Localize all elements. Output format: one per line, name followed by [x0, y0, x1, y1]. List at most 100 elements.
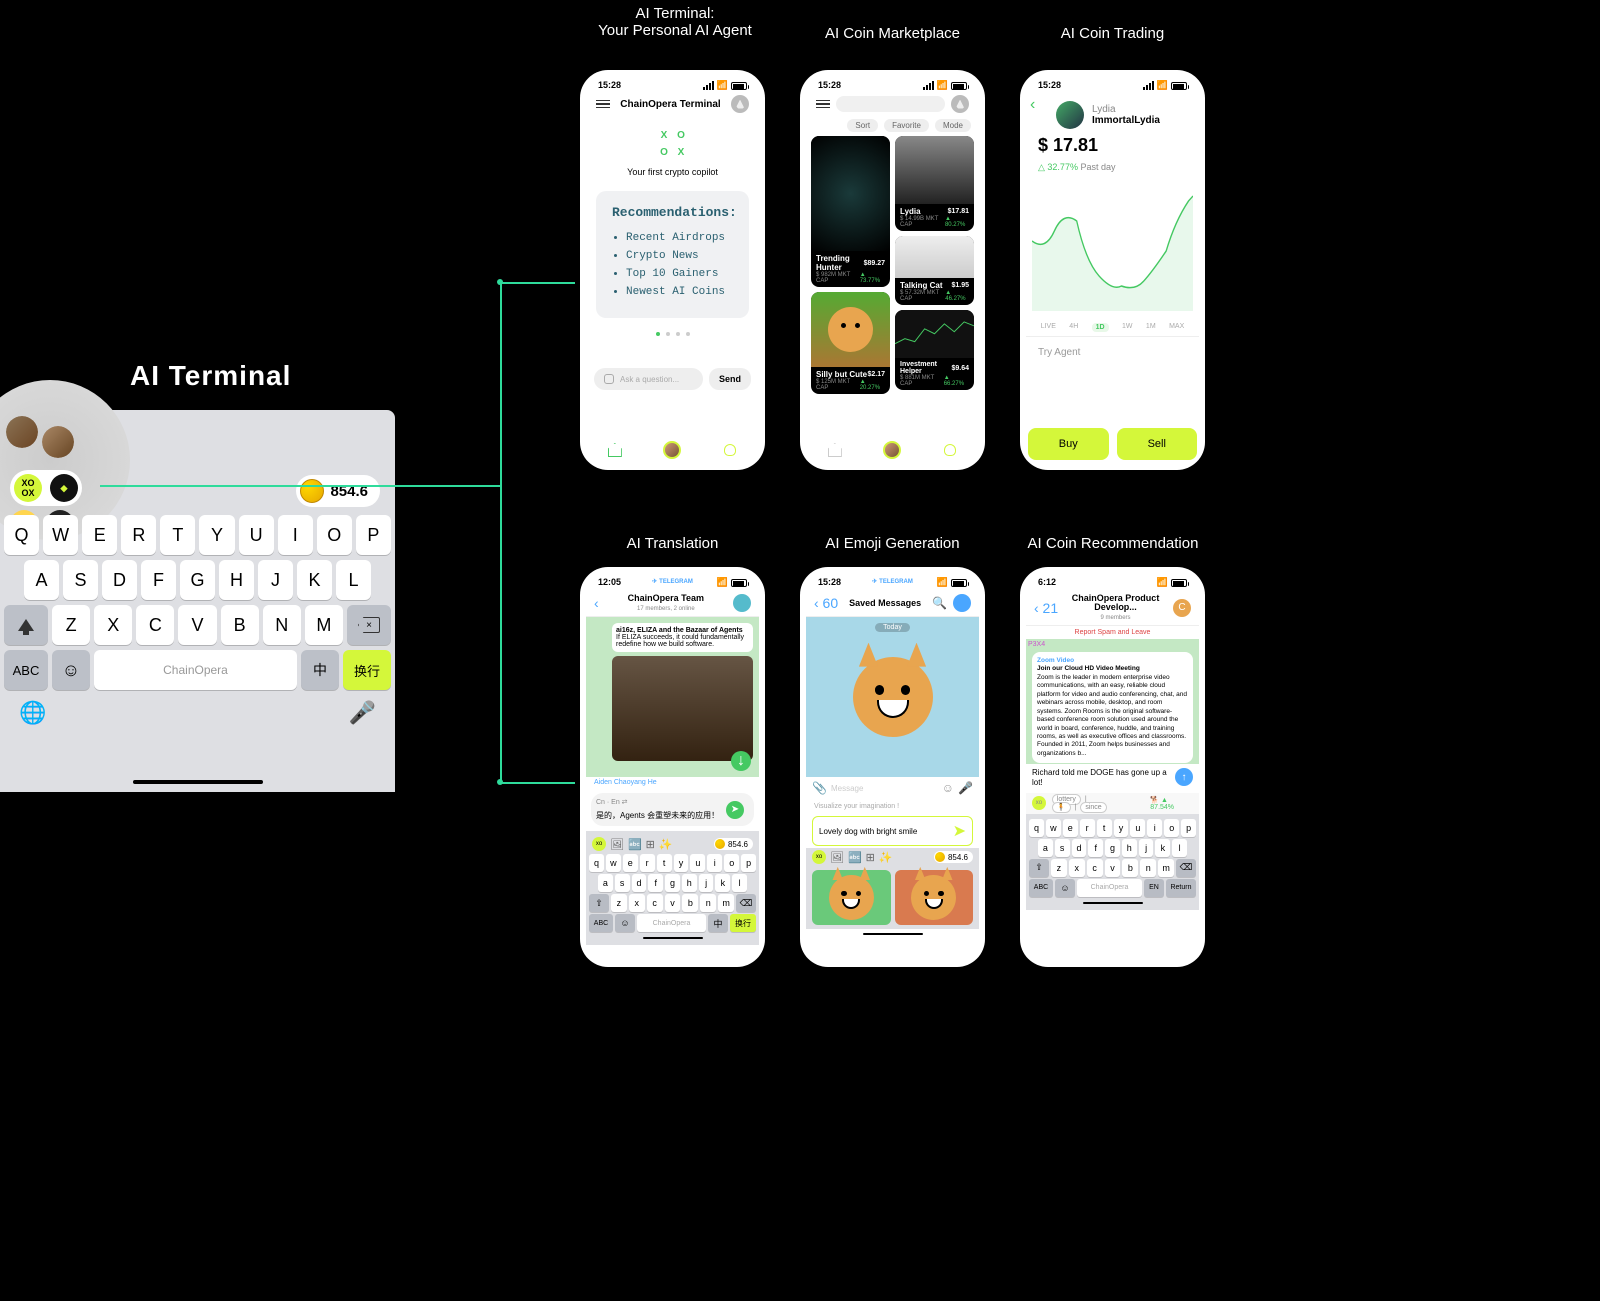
- key-y[interactable]: y: [674, 854, 689, 872]
- image-icon[interactable]: 🖼: [830, 851, 844, 864]
- back-icon[interactable]: ‹: [594, 595, 599, 611]
- tab-home[interactable]: [826, 441, 844, 459]
- scan-icon[interactable]: ⊞: [866, 851, 875, 864]
- zh-key[interactable]: 中: [708, 914, 728, 932]
- key-m[interactable]: m: [1158, 859, 1174, 877]
- key-t[interactable]: t: [657, 854, 672, 872]
- tab-home[interactable]: [606, 441, 624, 459]
- emoji-option[interactable]: [812, 870, 891, 925]
- sell-button[interactable]: Sell: [1117, 428, 1198, 460]
- space-key[interactable]: ChainOpera: [94, 650, 297, 690]
- key-q[interactable]: q: [589, 854, 604, 872]
- profile-icon[interactable]: [731, 95, 749, 113]
- key-i[interactable]: I: [278, 515, 313, 555]
- return-key[interactable]: 换行: [730, 914, 756, 932]
- key-v[interactable]: v: [665, 894, 681, 912]
- generated-emoji[interactable]: [853, 657, 933, 737]
- menu-icon[interactable]: [596, 100, 610, 109]
- return-key[interactable]: Return: [1166, 879, 1196, 897]
- back-icon[interactable]: ‹ 21: [1034, 600, 1058, 616]
- key-r[interactable]: r: [1080, 819, 1095, 837]
- search-icon[interactable]: 🔍: [932, 596, 947, 610]
- key-q[interactable]: q: [1029, 819, 1044, 837]
- profile-icon[interactable]: [951, 95, 969, 113]
- key-v[interactable]: V: [178, 605, 216, 645]
- coin-balance[interactable]: 854.6: [296, 475, 380, 507]
- menu-icon[interactable]: [816, 100, 830, 109]
- abc-key[interactable]: ABC: [4, 650, 48, 690]
- tab-agent[interactable]: [663, 441, 681, 459]
- key-l[interactable]: l: [1172, 839, 1187, 857]
- en-key[interactable]: EN: [1144, 879, 1164, 897]
- search-input[interactable]: [836, 96, 945, 112]
- range-4h[interactable]: 4H: [1069, 323, 1078, 332]
- coin-balance[interactable]: 854.6: [934, 851, 973, 863]
- key-a[interactable]: A: [24, 560, 59, 600]
- emoji-key[interactable]: ☺: [52, 650, 90, 690]
- return-key[interactable]: 换行: [343, 650, 391, 690]
- tab-user[interactable]: [941, 441, 959, 459]
- key-z[interactable]: z: [611, 894, 627, 912]
- filter-chip[interactable]: Favorite: [884, 119, 929, 132]
- zoom-message[interactable]: Zoom Video Join our Cloud HD Video Meeti…: [1032, 652, 1193, 763]
- prompt-input[interactable]: Lovely dog with bright smile: [819, 827, 949, 836]
- key-c[interactable]: c: [647, 894, 663, 912]
- key-j[interactable]: j: [699, 874, 714, 892]
- send-icon[interactable]: ➤: [953, 821, 966, 841]
- recommendation-item[interactable]: Newest AI Coins: [626, 286, 733, 298]
- xo-chip[interactable]: xo: [592, 837, 606, 851]
- key-y[interactable]: y: [1114, 819, 1129, 837]
- price-chart[interactable]: [1032, 181, 1193, 311]
- avatar-1[interactable]: [6, 416, 38, 448]
- key-u[interactable]: U: [239, 515, 274, 555]
- key-l[interactable]: L: [336, 560, 371, 600]
- key-x[interactable]: X: [94, 605, 132, 645]
- recommendation-item[interactable]: Top 10 Gainers: [626, 268, 733, 280]
- scan-icon[interactable]: ⊞: [646, 838, 655, 851]
- key-d[interactable]: D: [102, 560, 137, 600]
- key-q[interactable]: Q: [4, 515, 39, 555]
- range-1d[interactable]: 1D: [1092, 323, 1109, 332]
- mic-icon[interactable]: 🎤: [349, 700, 376, 726]
- key-r[interactable]: r: [640, 854, 655, 872]
- market-card[interactable]: Silly but Cute$2.17$ 125M MKT CAP▲ 20.27…: [811, 292, 890, 394]
- sparkle-icon[interactable]: ✨: [659, 838, 673, 851]
- key-n[interactable]: n: [1140, 859, 1156, 877]
- recommendation-item[interactable]: Crypto News: [626, 250, 733, 262]
- key-c[interactable]: c: [1087, 859, 1103, 877]
- report-spam[interactable]: Report Spam and Leave: [1026, 626, 1199, 639]
- avatar-2[interactable]: [42, 426, 74, 458]
- abc-key[interactable]: ABC: [1029, 879, 1053, 897]
- suggestion-bar[interactable]: xo lottery|🧍|since 🐕 ▲ 87.54%: [1026, 793, 1199, 814]
- coin-balance[interactable]: 854.6: [714, 838, 753, 850]
- filter-chip[interactable]: Sort: [847, 119, 878, 132]
- send-icon[interactable]: ↑: [1175, 768, 1193, 786]
- xo-chip[interactable]: xo: [812, 850, 826, 864]
- key-a[interactable]: a: [1038, 839, 1053, 857]
- coin-avatar[interactable]: [1056, 101, 1084, 129]
- range-1w[interactable]: 1W: [1122, 323, 1133, 332]
- chat-avatar[interactable]: [953, 594, 971, 612]
- tab-user[interactable]: [721, 441, 739, 459]
- key-x[interactable]: x: [629, 894, 645, 912]
- buy-button[interactable]: Buy: [1028, 428, 1109, 460]
- globe-icon[interactable]: 🌐: [19, 700, 46, 726]
- emoji-option[interactable]: [895, 870, 974, 925]
- market-card[interactable]: Talking Cat$1.95$ 57.32M MKT CAP▲ 46.27%: [895, 236, 974, 305]
- key-w[interactable]: W: [43, 515, 78, 555]
- key-k[interactable]: k: [715, 874, 730, 892]
- key-e[interactable]: e: [1063, 819, 1078, 837]
- key-b[interactable]: b: [1122, 859, 1138, 877]
- ask-input[interactable]: Ask a question...: [594, 368, 703, 390]
- backspace-key[interactable]: ⌫: [1176, 859, 1196, 877]
- key-m[interactable]: m: [718, 894, 734, 912]
- key-y[interactable]: Y: [199, 515, 234, 555]
- key-r[interactable]: R: [121, 515, 156, 555]
- abc-key[interactable]: ABC: [589, 914, 613, 932]
- key-b[interactable]: b: [682, 894, 698, 912]
- back-icon[interactable]: ‹ 60: [814, 595, 838, 611]
- suggestion[interactable]: since: [1080, 802, 1106, 813]
- translate-icon[interactable]: 🔤: [628, 838, 642, 851]
- key-u[interactable]: u: [690, 854, 705, 872]
- key-f[interactable]: F: [141, 560, 176, 600]
